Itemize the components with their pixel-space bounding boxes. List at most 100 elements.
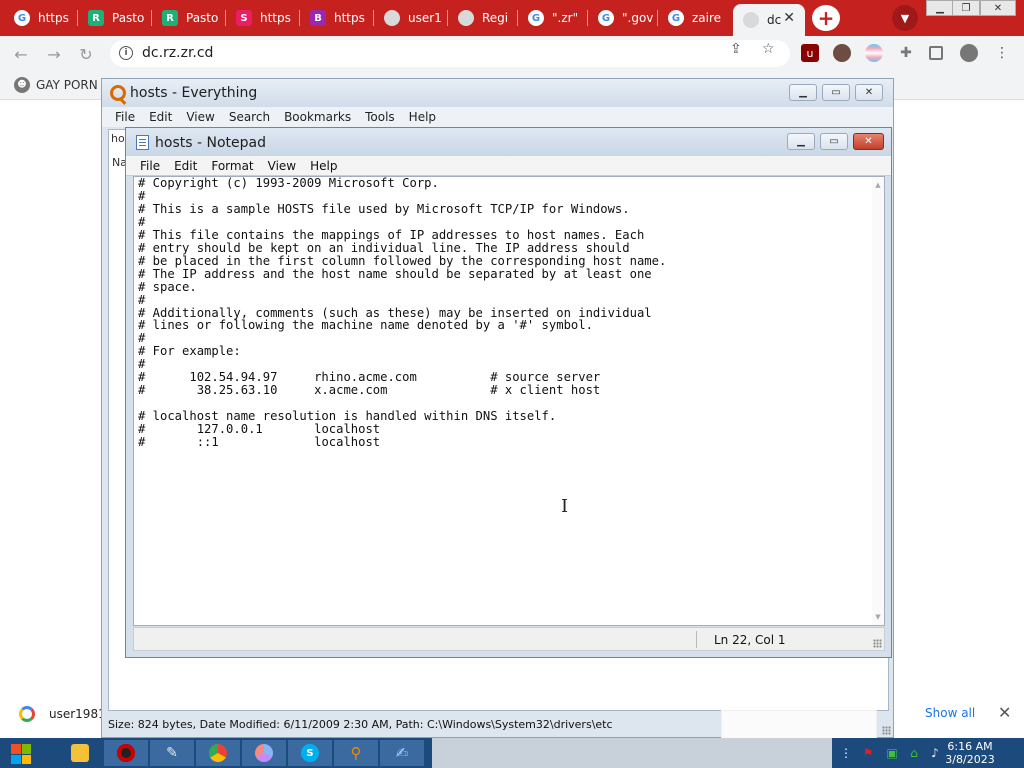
site-info-icon[interactable]: i xyxy=(119,46,133,60)
notepad-maximize-button[interactable]: ▭ xyxy=(820,133,848,150)
notepad-minimize-button[interactable]: ▁ xyxy=(787,133,815,150)
show-all-downloads-link[interactable]: Show all xyxy=(925,706,975,720)
taskbar-window-button[interactable] xyxy=(432,738,832,768)
browser-tab[interactable]: Shttps xyxy=(226,3,300,33)
browser-tab[interactable]: R Pasto xyxy=(78,3,152,33)
address-bar[interactable]: i dc.rz.zr.cd xyxy=(110,40,790,67)
everything-menu-edit[interactable]: Edit xyxy=(149,110,172,124)
everything-menu-view[interactable]: View xyxy=(186,110,214,124)
notepad-window: hosts - Notepad ▁ ▭ ✕ File Edit Format V… xyxy=(125,127,892,658)
folder-icon xyxy=(71,744,89,762)
everything-close-button[interactable]: ✕ xyxy=(855,84,883,101)
notepad-resize-grip[interactable] xyxy=(873,639,882,648)
menu-dots-icon[interactable]: ⋮ xyxy=(993,44,1011,62)
s-app-icon: S xyxy=(236,10,252,26)
browser-tab[interactable]: G ".zr" xyxy=(518,3,588,33)
taskbar-recorder[interactable] xyxy=(104,740,148,766)
everything-menu-search[interactable]: Search xyxy=(229,110,270,124)
back-button[interactable]: ← xyxy=(10,43,32,65)
browser-tab[interactable]: user1 xyxy=(374,3,448,33)
notepad-status-bar: Ln 22, Col 1 xyxy=(133,627,885,651)
maximize-window-button[interactable]: ❐ xyxy=(952,0,980,16)
brush-icon: ✎ xyxy=(166,745,178,761)
extensions-puzzle-icon[interactable]: ✚ xyxy=(897,44,915,62)
reload-button[interactable]: ↻ xyxy=(75,43,97,65)
globe-icon xyxy=(384,10,400,26)
forward-button[interactable]: → xyxy=(43,43,65,65)
notepad-close-button[interactable]: ✕ xyxy=(853,133,884,150)
notepad-pen-icon: ✍ xyxy=(395,744,409,762)
taskbar: ✎ S ⚲ ✍ ⋮ ⚑ ▣ ⌂ ♪ 6:16 AM 3/8/2023 xyxy=(0,738,1024,768)
network-icon[interactable]: ▣ xyxy=(884,746,900,760)
everything-resize-grip[interactable] xyxy=(882,726,891,735)
notepad-vertical-scrollbar[interactable]: ▲ ▼ xyxy=(872,177,884,625)
taskbar-chrome-2[interactable] xyxy=(242,740,286,766)
notepad-menu-format[interactable]: Format xyxy=(211,159,253,173)
clock-time: 6:16 AM xyxy=(947,740,993,753)
system-clock[interactable]: 6:16 AM 3/8/2023 xyxy=(942,740,998,766)
flag-extension-icon[interactable] xyxy=(865,44,883,62)
action-center-flag-icon[interactable]: ⚑ xyxy=(860,746,876,760)
everything-menubar: File Edit View Search Bookmarks Tools He… xyxy=(102,107,893,127)
text-cursor-icon: I xyxy=(561,496,569,517)
taskbar-paint[interactable]: ✎ xyxy=(150,740,194,766)
tab-search-button[interactable]: ▼ xyxy=(892,5,918,31)
notepad-menu-help[interactable]: Help xyxy=(310,159,337,173)
bookmark-item[interactable]: ☻ GAY PORN xyxy=(14,77,98,93)
download-item[interactable]: user1981 xyxy=(49,707,101,721)
hosts-file-content[interactable]: # Copyright (c) 1993-2009 Microsoft Corp… xyxy=(138,177,666,449)
everything-titlebar[interactable]: hosts - Everything ▁ ▭ ✕ xyxy=(102,79,893,107)
everything-menu-bookmarks[interactable]: Bookmarks xyxy=(284,110,351,124)
everything-minimize-button[interactable]: ▁ xyxy=(789,84,817,101)
avatar-extension-icon[interactable] xyxy=(833,44,851,62)
close-download-bar-icon[interactable]: ✕ xyxy=(998,703,1011,722)
notepad-text-area[interactable]: # Copyright (c) 1993-2009 Microsoft Corp… xyxy=(133,176,885,626)
browser-tab[interactable]: Bhttps xyxy=(300,3,374,33)
r-app-icon: R xyxy=(88,10,104,26)
minimize-window-button[interactable]: ▁ xyxy=(926,0,954,16)
browser-tab[interactable]: Gzaire xyxy=(658,3,730,33)
bookmark-star-icon[interactable]: ☆ xyxy=(762,41,775,57)
ublock-extension-icon[interactable]: u xyxy=(801,44,819,62)
chrome-icon xyxy=(209,744,227,762)
new-tab-button[interactable]: + xyxy=(812,5,840,31)
everything-magnifier-icon: ⚲ xyxy=(350,744,362,762)
everything-magnifier-icon xyxy=(110,85,126,101)
taskbar-skype[interactable]: S xyxy=(288,740,332,766)
start-button[interactable] xyxy=(11,744,31,764)
close-window-button[interactable]: ✕ xyxy=(980,0,1016,16)
browser-tab[interactable]: Ghttps xyxy=(4,3,78,33)
share-icon[interactable]: ⇪ xyxy=(730,41,742,57)
close-tab-icon[interactable]: ✕ xyxy=(783,10,795,26)
browser-tab[interactable]: Regi xyxy=(448,3,518,33)
scroll-down-arrow-icon[interactable]: ▼ xyxy=(874,613,882,621)
taskbar-notepad[interactable]: ✍ xyxy=(380,740,424,766)
status-divider xyxy=(696,631,697,648)
taskbar-chrome[interactable] xyxy=(196,740,240,766)
everything-status-bar: Size: 824 bytes, Date Modified: 6/11/200… xyxy=(108,713,889,735)
taskbar-explorer[interactable] xyxy=(58,740,102,766)
everything-menu-tools[interactable]: Tools xyxy=(365,110,395,124)
notepad-menu-edit[interactable]: Edit xyxy=(174,159,197,173)
browser-tab-active[interactable]: dc ✕ xyxy=(733,4,805,36)
notepad-menu-view[interactable]: View xyxy=(268,159,296,173)
profile-icon[interactable] xyxy=(960,44,978,62)
tray-overflow-icon[interactable]: ⋮ xyxy=(838,746,854,760)
device-icon[interactable]: ⌂ xyxy=(906,746,922,760)
side-panel-icon[interactable] xyxy=(929,46,943,60)
scroll-up-arrow-icon[interactable]: ▲ xyxy=(874,181,882,189)
url-text: dc.rz.zr.cd xyxy=(142,45,214,61)
volume-icon[interactable]: ♪ xyxy=(927,746,943,760)
everything-maximize-button[interactable]: ▭ xyxy=(822,84,850,101)
notepad-menu-file[interactable]: File xyxy=(140,159,160,173)
browser-toolbar: ← → ↻ i dc.rz.zr.cd ⇪ ☆ u ✚ ⋮ xyxy=(0,36,1024,70)
everything-menu-file[interactable]: File xyxy=(115,110,135,124)
b-app-icon: B xyxy=(310,10,326,26)
notepad-menubar: File Edit Format View Help xyxy=(126,156,891,176)
notepad-titlebar[interactable]: hosts - Notepad ▁ ▭ ✕ xyxy=(126,128,891,156)
everything-menu-help[interactable]: Help xyxy=(409,110,436,124)
browser-tab[interactable]: R Pasto xyxy=(152,3,226,33)
taskbar-everything[interactable]: ⚲ xyxy=(334,740,378,766)
browser-tab[interactable]: G ".gov xyxy=(588,3,658,33)
record-icon xyxy=(117,744,135,762)
